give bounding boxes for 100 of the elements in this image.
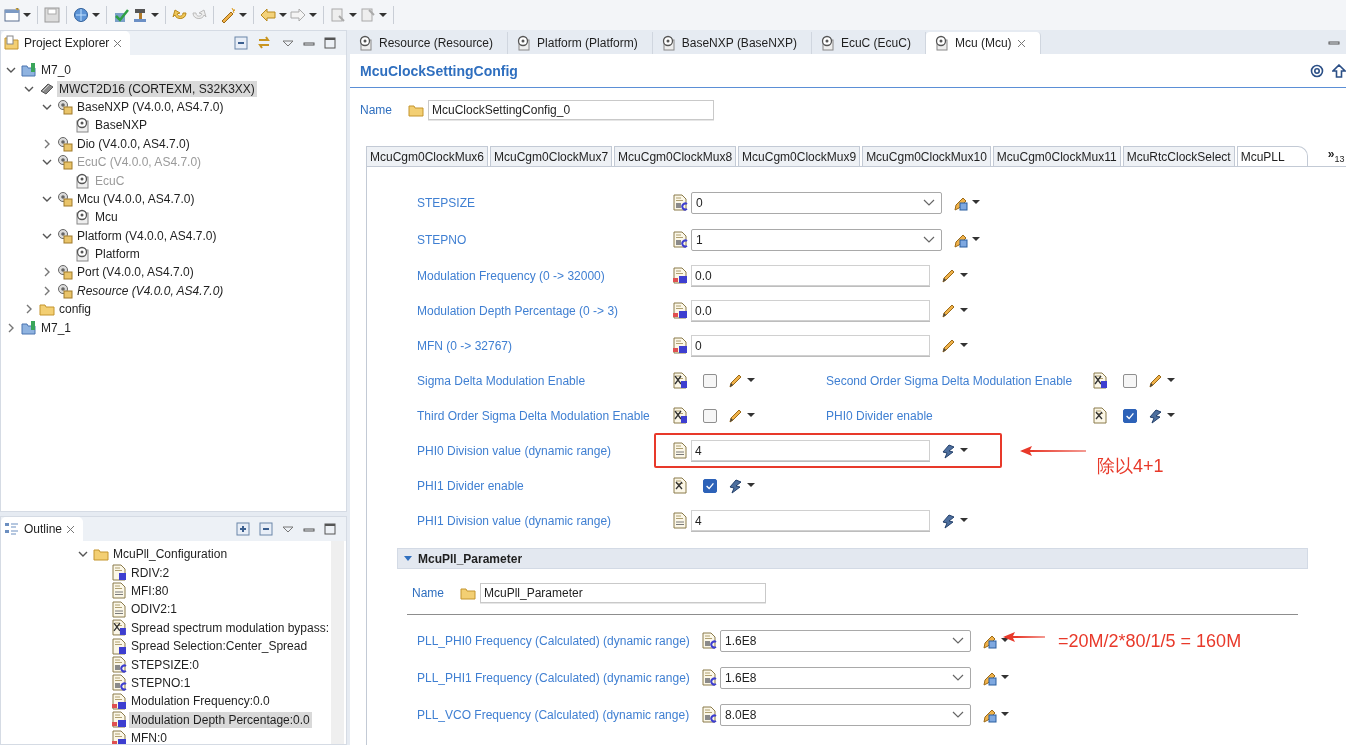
collapse-all-icon[interactable] [234,36,248,50]
caret-icon[interactable] [1167,413,1175,418]
checkbox[interactable] [703,373,717,388]
tree-item[interactable]: MWCT2D16 (CORTEXM, S32K3XX) [57,80,257,97]
tree-item[interactable]: STEPNO:1 [129,674,193,691]
globe-icon[interactable] [73,7,89,23]
dropdown[interactable]: 8.0E8 [720,703,971,726]
maximize-icon[interactable] [324,523,336,535]
sub-tab[interactable]: McuRtcClockSelect [1122,146,1235,166]
checkbox[interactable] [703,478,717,493]
tree-item[interactable]: RDIV:2 [129,564,172,581]
section-header[interactable]: McuPll_Parameter [397,548,1308,569]
close-icon[interactable] [113,38,123,48]
minimize-icon[interactable] [303,525,315,533]
sub-tab[interactable]: McuCgm0ClockMux9 [738,146,861,166]
tree-item[interactable]: Mcu [93,209,120,226]
sub-tab[interactable]: McuCgm0ClockMux7 [490,146,613,166]
sub-tab[interactable]: McuCgm0ClockMux8 [614,146,737,166]
tree-item[interactable]: Port (V4.0.0, AS4.7.0) [75,264,196,281]
tree-item[interactable]: Resource (V4.0.0, AS4.7.0) [75,282,226,299]
tree-item[interactable]: Spread spectrum modulation bypass: [128,619,331,636]
caret-icon[interactable] [1167,378,1175,383]
tree-item[interactable]: Modulation Frequency:0.0 [129,693,272,710]
checkbox[interactable] [1123,373,1137,388]
sub-tab[interactable]: McuCgm0ClockMux11 [992,146,1121,166]
scrollbar[interactable] [331,541,344,744]
dropdown[interactable]: 1.6E8 [720,629,971,652]
tree-item[interactable]: STEPSIZE:0 [129,656,202,673]
field-label: Name [360,103,393,117]
caret-icon[interactable] [349,12,357,18]
caret-icon[interactable] [960,343,968,348]
pencil-icon[interactable] [940,302,956,319]
tree-item[interactable]: BaseNXP (V4.0.0, AS4.7.0) [75,98,226,115]
input-field[interactable]: 0.0 [691,265,930,286]
caret-icon[interactable] [279,12,287,18]
tree-item[interactable]: Platform (V4.0.0, AS4.7.0) [75,227,219,244]
collapse-all-icon[interactable] [259,522,273,536]
view-menu-icon[interactable] [282,39,294,47]
tree-item[interactable]: BaseNXP [93,117,150,134]
close-icon[interactable] [1016,38,1026,48]
caret-icon[interactable] [747,413,755,418]
caret-icon[interactable] [960,308,968,313]
up-arrow-icon[interactable] [1332,63,1346,78]
tree-item[interactable]: MFI:80 [129,582,171,599]
tree-item[interactable]: config [57,301,94,318]
pencil-icon[interactable] [727,372,743,389]
input-field[interactable]: 0 [691,335,930,356]
maximize-icon[interactable] [324,37,336,49]
caret-icon[interactable] [972,200,980,205]
expand-arrow-icon [404,555,412,562]
expand-all-icon[interactable] [236,522,250,536]
caret-icon[interactable] [239,12,247,18]
caret-icon[interactable] [379,12,387,18]
tree-item[interactable]: MFN:0 [129,730,169,744]
input-field[interactable]: 4 [691,510,930,531]
editor-tab[interactable]: Mcu (Mcu) [925,32,1041,54]
pencil-icon[interactable] [940,267,956,284]
dropdown[interactable]: 1.6E8 [720,666,971,689]
checkbox[interactable] [1123,408,1137,423]
caret-icon[interactable] [747,483,755,488]
caret-icon[interactable] [960,518,968,523]
validate-icon[interactable] [113,7,129,23]
tree-item[interactable]: M7_0 [39,62,74,79]
caret-icon[interactable] [1001,675,1009,680]
caret-icon[interactable] [1001,712,1009,717]
name-field[interactable]: McuPll_Parameter [480,583,766,603]
caret-icon[interactable] [960,273,968,278]
caret-icon[interactable] [747,378,755,383]
tree-item[interactable]: McuPll_Configuration [111,546,230,563]
pencil-icon[interactable] [727,407,743,424]
tree-item[interactable]: ODIV2:1 [129,601,180,618]
input-field[interactable]: 4 [691,440,930,461]
tree-item[interactable]: Mcu (V4.0.0, AS4.7.0) [75,190,197,207]
minimize-icon[interactable] [303,39,315,47]
caret-icon[interactable] [960,448,968,453]
name-field[interactable]: McuClockSettingConfig_0 [428,100,714,120]
sub-tab[interactable]: McuCgm0ClockMux10 [862,146,991,166]
minimize-icon[interactable] [1328,38,1340,46]
close-icon[interactable] [66,524,76,534]
caret-icon[interactable] [92,12,100,18]
tree-item[interactable]: Spread Selection:Center_Spread [129,638,310,655]
pencil-icon[interactable] [940,337,956,354]
view-tab[interactable]: Project Explorer [1,31,131,55]
sub-tab[interactable]: McuCgm0ClockMux6 [366,146,489,166]
tree-item[interactable]: Dio (V4.0.0, AS4.7.0) [75,135,192,152]
tree-item[interactable]: Modulation Depth Percentage:0.0 [129,711,312,728]
input-field[interactable]: 0.0 [691,300,930,321]
caret-icon[interactable] [151,12,159,18]
view-menu-icon[interactable] [282,525,294,533]
pencil-icon[interactable] [1147,372,1163,389]
caret-icon[interactable] [309,12,317,18]
tree-item[interactable]: M7_1 [39,319,74,336]
caret-icon[interactable] [972,237,980,242]
view-tab[interactable]: Outline [1,517,84,541]
checkbox[interactable] [703,408,717,423]
caret-icon[interactable] [23,12,31,18]
sub-tab[interactable]: McuPLL [1236,146,1308,166]
dropdown[interactable]: 0 [691,191,942,214]
tree-item[interactable]: Platform [93,246,142,263]
dropdown[interactable]: 1 [691,228,942,251]
